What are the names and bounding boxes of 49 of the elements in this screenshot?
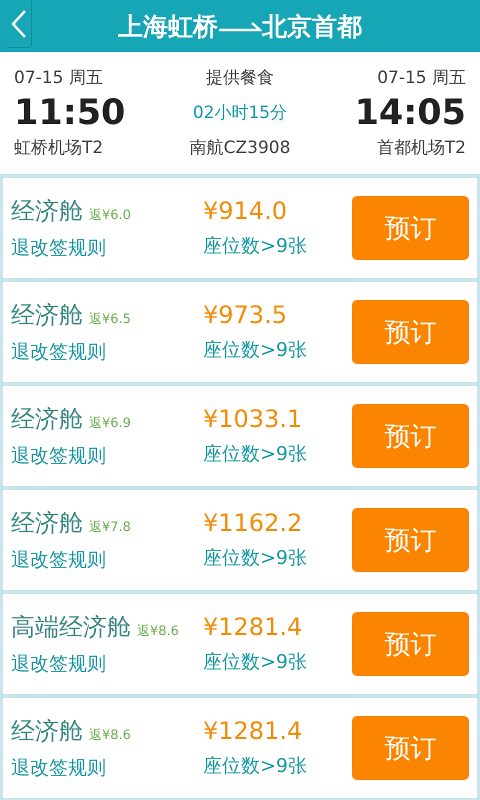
book-button[interactable]: 预订: [352, 300, 469, 364]
seat-count: 座位数>9张: [203, 234, 308, 259]
fare-price: ¥1033.1: [203, 405, 304, 433]
rules-link[interactable]: 退改签规则: [11, 339, 203, 365]
rebate-amount: 返¥6.0: [89, 207, 131, 224]
book-button[interactable]: 预订: [352, 508, 469, 572]
seat-count: 座位数>9张: [203, 754, 308, 779]
rules-link[interactable]: 退改签规则: [11, 235, 203, 261]
arrival-date: 07-15 周五: [377, 67, 466, 90]
rebate-amount: 返¥6.9: [89, 415, 131, 432]
fare-price: ¥1162.2: [203, 509, 304, 537]
book-button[interactable]: 预订: [352, 612, 469, 676]
rebate-amount: 返¥8.6: [137, 623, 179, 640]
meal-info: 提供餐食: [206, 67, 274, 90]
fare-price: ¥973.5: [203, 301, 288, 329]
book-button[interactable]: 预订: [352, 404, 469, 468]
arrival-airport: 首都机场T2: [376, 137, 466, 159]
flight-number: 南航CZ3908: [190, 137, 290, 159]
cabin-class: 经济舱: [11, 300, 83, 331]
destination-city: 北京首都: [262, 10, 362, 42]
rebate-amount: 返¥8.6: [89, 727, 131, 744]
departure-time: 11:50: [14, 92, 126, 135]
rules-link[interactable]: 退改签规则: [11, 651, 203, 677]
rules-link[interactable]: 退改签规则: [11, 755, 203, 781]
book-button[interactable]: 预订: [352, 196, 469, 260]
seat-count: 座位数>9张: [203, 650, 308, 675]
back-icon: [10, 8, 28, 38]
book-button[interactable]: 预订: [352, 716, 469, 780]
rules-link[interactable]: 退改签规则: [11, 547, 203, 573]
cabin-class: 经济舱: [11, 508, 83, 539]
seat-count: 座位数>9张: [203, 442, 308, 467]
departure-airport: 虹桥机场T2: [14, 137, 104, 159]
departure-date: 07-15 周五: [14, 67, 103, 90]
rebate-amount: 返¥7.8: [89, 519, 131, 536]
cabin-class: 经济舱: [11, 716, 83, 747]
fare-price: ¥1281.4: [203, 717, 304, 745]
seat-count: 座位数>9张: [203, 546, 308, 571]
fare-price: ¥914.0: [203, 197, 288, 225]
rebate-amount: 返¥6.5: [89, 311, 131, 328]
back-button[interactable]: [6, 0, 32, 48]
rules-link[interactable]: 退改签规则: [11, 443, 203, 469]
cabin-class: 经济舱: [11, 196, 83, 227]
arrival-time: 14:05: [354, 92, 466, 135]
flight-duration: 02小时15分: [192, 102, 288, 125]
origin-city: 上海虹桥: [118, 10, 218, 42]
fare-price: ¥1281.4: [203, 613, 304, 641]
cabin-class: 经济舱: [11, 404, 83, 435]
seat-count: 座位数>9张: [203, 338, 308, 363]
cabin-class: 高端经济舱: [11, 612, 131, 643]
